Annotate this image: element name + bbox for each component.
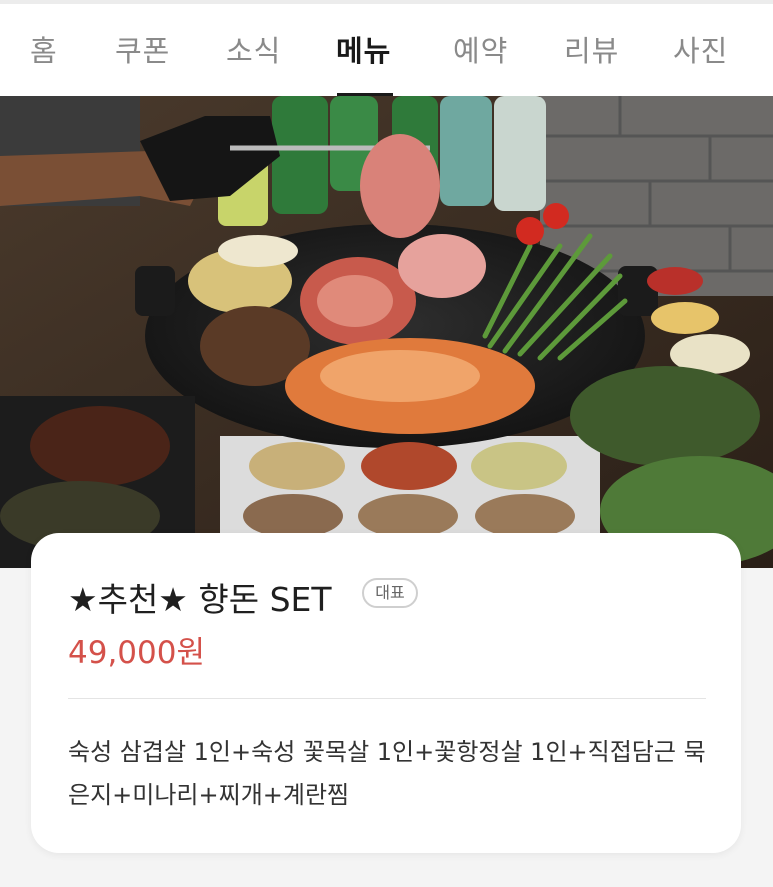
menu-item-price: 49,000원 [68, 635, 205, 671]
menu-item-description: 숙성 삼겹살 1인+숙성 꽃목살 1인+꽃항정살 1인+직접담근 묵은지+미나리… [68, 738, 706, 809]
menu-photo[interactable] [0, 96, 773, 568]
tab-home[interactable]: 홈 [30, 28, 58, 68]
tab-reservation[interactable]: 예약 [453, 28, 508, 68]
tab-bar: 홈 쿠폰 소식 메뉴 예약 리뷰 사진 [0, 0, 773, 98]
card-divider [68, 698, 706, 699]
tab-reviews[interactable]: 리뷰 [564, 28, 619, 68]
tab-menu[interactable]: 메뉴 [336, 28, 391, 68]
menu-item-card[interactable]: ★추천★ 향돈 SET 대표 49,000원 숙성 삼겹살 1인+숙성 꽃목살 … [31, 533, 741, 853]
food-photo-illustration [0, 96, 773, 568]
tab-news[interactable]: 소식 [226, 28, 281, 68]
menu-item-title: ★추천★ 향돈 SET [68, 580, 332, 619]
tab-photos[interactable]: 사진 [673, 28, 728, 68]
representative-badge: 대표 [362, 578, 418, 608]
tab-coupon[interactable]: 쿠폰 [115, 28, 170, 68]
